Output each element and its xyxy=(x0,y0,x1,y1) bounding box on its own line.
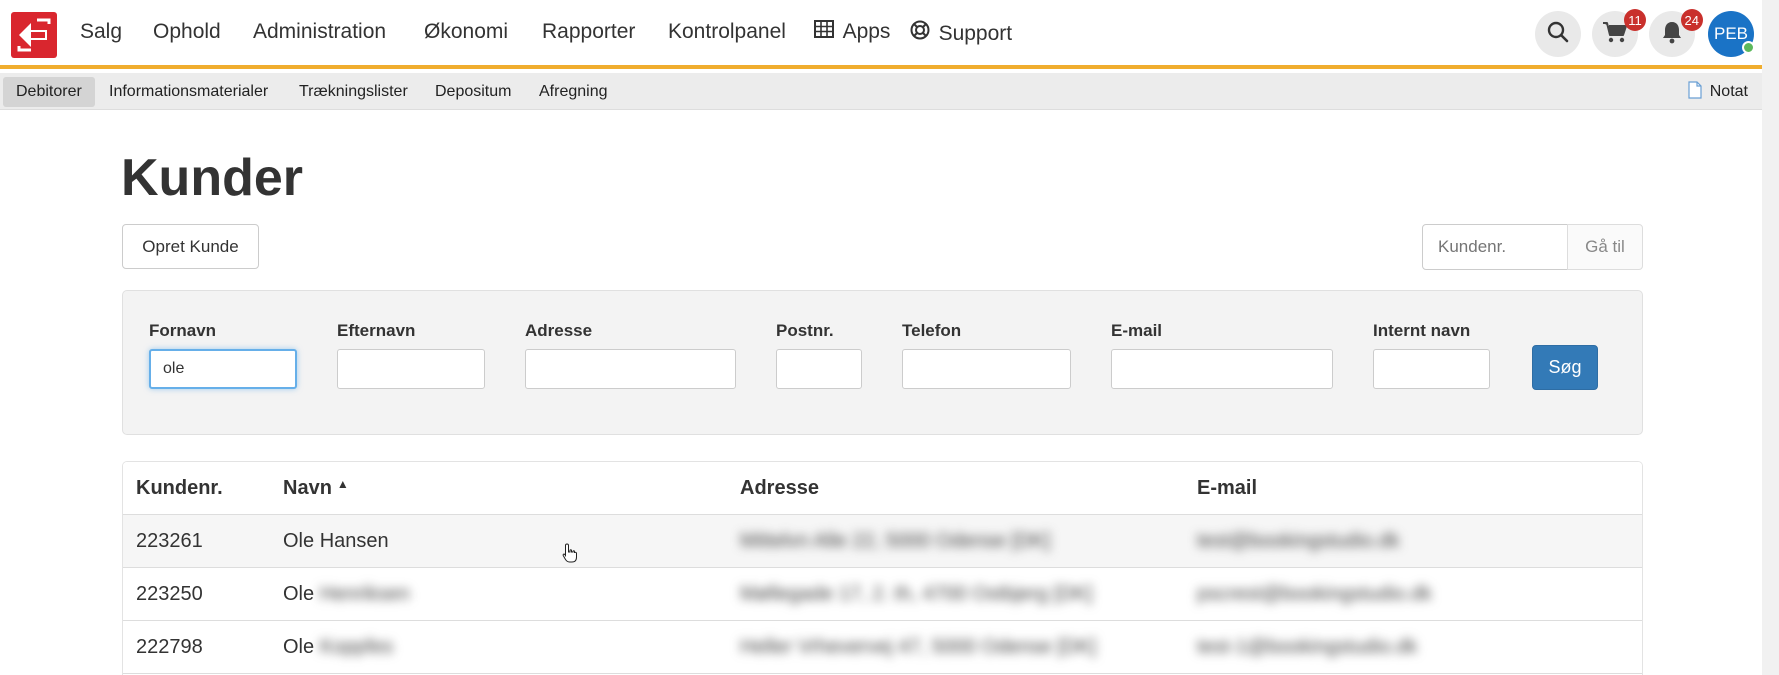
nav-salg[interactable]: Salg xyxy=(80,20,122,44)
search-submit-button[interactable]: Søg xyxy=(1532,345,1598,390)
table-row[interactable]: 223250 Ole Henriksen Møllegade 17, 2. th… xyxy=(123,568,1642,621)
cell-adresse: Mittelvn Alle 22, 5000 Odense [DK] xyxy=(740,530,1051,552)
avatar-initials: PEB xyxy=(1713,24,1749,43)
cell-navn: Ole Koppfes xyxy=(283,636,393,659)
last-name: Hansen xyxy=(319,530,389,552)
table-header: Kundenr. Navn ▲ Adresse E-mail xyxy=(123,462,1642,515)
cell-kundenr: 222798 xyxy=(136,636,203,658)
notifications-button[interactable]: 24 xyxy=(1649,9,1703,57)
cell-adresse: Møllegade 17, 2. th, 4700 Ostbjerg [DK] xyxy=(740,583,1093,605)
nav-apps[interactable]: Apps xyxy=(814,20,890,44)
last-name: Henriksen xyxy=(319,583,410,605)
nav-kontrolpanel[interactable]: Kontrolpanel xyxy=(668,20,786,44)
page-title: Kunder xyxy=(121,149,303,207)
sort-ascending-icon: ▲ xyxy=(336,477,349,491)
efternavn-label: Efternavn xyxy=(337,321,416,340)
nav-apps-label: Apps xyxy=(842,20,891,43)
search-button[interactable] xyxy=(1535,11,1581,57)
subnav-depositum[interactable]: Depositum xyxy=(422,77,524,107)
nav-support[interactable]: Support xyxy=(910,20,1012,46)
first-name: Ole xyxy=(283,583,315,605)
sub-navbar: Debitorer Informationsmaterialer Træknin… xyxy=(0,73,1762,110)
goto-button[interactable]: Gå til xyxy=(1567,224,1643,270)
top-navbar: Salg Ophold Administration Økonomi Rappo… xyxy=(0,0,1762,69)
search-icon xyxy=(1547,21,1569,48)
cell-navn: Ole Hansen xyxy=(283,530,389,553)
nav-okonomi[interactable]: Økonomi xyxy=(424,20,508,44)
adresse-input[interactable] xyxy=(525,349,736,389)
notification-count-badge: 24 xyxy=(1680,9,1703,31)
table-row[interactable]: 223261 Ole Hansen Mittelvn Alle 22, 5000… xyxy=(123,515,1642,568)
document-icon xyxy=(1688,81,1709,100)
goto-customer-group: Gå til xyxy=(1422,224,1643,270)
table-row[interactable]: 222798 Ole Koppfes Heller Vrhevervej 47,… xyxy=(123,621,1642,674)
hand-cursor-icon xyxy=(562,543,578,568)
subnav-traekningslister[interactable]: Trækningslister xyxy=(286,77,421,107)
page-scrollbar[interactable] xyxy=(1762,0,1779,675)
email-input[interactable] xyxy=(1111,349,1333,389)
internt-navn-input[interactable] xyxy=(1373,349,1490,389)
nav-support-label: Support xyxy=(938,22,1013,45)
internt-navn-label: Internt navn xyxy=(1373,321,1471,340)
bell-icon xyxy=(1661,20,1683,49)
cart-button[interactable]: 11 xyxy=(1592,9,1646,57)
user-avatar[interactable]: PEB xyxy=(1708,11,1755,57)
nav-rapporter[interactable]: Rapporter xyxy=(542,20,635,44)
customer-number-input[interactable] xyxy=(1422,224,1568,270)
email-label: E-mail xyxy=(1111,321,1163,340)
nav-administration[interactable]: Administration xyxy=(253,20,386,44)
adresse-label: Adresse xyxy=(525,321,593,340)
fornavn-label: Fornavn xyxy=(149,321,217,340)
subnav-informationsmaterialer[interactable]: Informationsmaterialer xyxy=(96,77,281,107)
column-header-navn-label: Navn xyxy=(283,477,332,499)
cell-email: pscrest@bookingstudio.dk xyxy=(1197,583,1432,605)
subnav-afregning[interactable]: Afregning xyxy=(526,77,621,107)
nav-ophold[interactable]: Ophold xyxy=(153,20,221,44)
note-link[interactable]: Notat xyxy=(1688,77,1748,107)
postnr-label: Postnr. xyxy=(776,321,834,340)
cart-count-badge: 11 xyxy=(1624,9,1646,31)
cell-kundenr: 223250 xyxy=(136,583,203,605)
customers-table: Kundenr. Navn ▲ Adresse E-mail 223261 Ole… xyxy=(122,461,1643,675)
app-logo-icon[interactable] xyxy=(11,12,57,58)
column-header-navn[interactable]: Navn ▲ xyxy=(283,477,349,500)
cell-email: test@bookingstudio.dk xyxy=(1197,530,1400,552)
cell-adresse: Heller Vrhevervej 47, 5000 Odense [DK] xyxy=(740,636,1097,658)
search-form: Fornavn Efternavn Adresse Postnr. Telefo… xyxy=(122,290,1643,435)
column-header-kundenr[interactable]: Kundenr. xyxy=(136,477,223,500)
cell-kundenr: 223261 xyxy=(136,530,203,552)
first-name: Ole xyxy=(283,530,315,552)
telefon-input[interactable] xyxy=(902,349,1071,389)
efternavn-input[interactable] xyxy=(337,349,485,389)
lifebuoy-icon xyxy=(910,20,936,45)
fornavn-input[interactable] xyxy=(149,349,297,389)
online-status-icon xyxy=(1742,41,1755,54)
cell-navn: Ole Henriksen xyxy=(283,583,410,606)
cell-email: test-1@bookingstudio.dk xyxy=(1197,636,1418,658)
postnr-input[interactable] xyxy=(776,349,862,389)
grid-icon xyxy=(814,20,840,43)
first-name: Ole xyxy=(283,636,315,658)
subnav-debitorer[interactable]: Debitorer xyxy=(3,77,95,107)
column-header-email[interactable]: E-mail xyxy=(1197,477,1257,500)
create-customer-button[interactable]: Opret Kunde xyxy=(122,224,259,269)
note-label: Notat xyxy=(1709,83,1748,100)
telefon-label: Telefon xyxy=(902,321,962,340)
column-header-adresse[interactable]: Adresse xyxy=(740,477,819,500)
last-name: Koppfes xyxy=(319,636,394,658)
